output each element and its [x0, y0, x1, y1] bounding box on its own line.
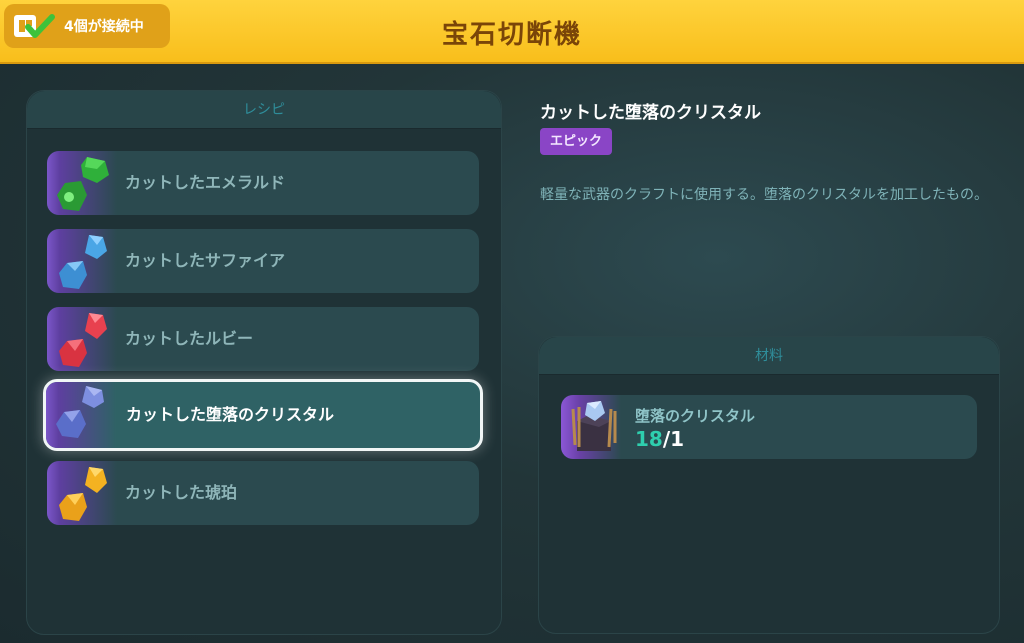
- material-need: /1: [662, 427, 685, 451]
- recipe-label: カットした琥珀: [125, 483, 238, 502]
- rarity-badge: エピック: [540, 128, 613, 155]
- recipe-label: カットしたエメラルド: [125, 173, 286, 192]
- fallen-crystal-ore-icon: [571, 401, 617, 451]
- material-count: 18/1: [635, 427, 684, 451]
- connection-badge[interactable]: 4個が接続中: [4, 4, 170, 48]
- emerald-gem-icon: [57, 157, 109, 211]
- materials-panel-header: 材料: [539, 337, 999, 375]
- network-check-icon: [14, 14, 55, 38]
- recipe-panel: レシピ カットしたエメラルド カットしたサファイア カットしたルビー カットした…: [26, 90, 502, 635]
- item-name: カットした堕落のクリスタル: [540, 103, 761, 123]
- material-have: 18: [635, 427, 663, 451]
- title-bar: 宝石切断機 4個が接続中: [0, 0, 1024, 64]
- recipe-item-sapphire[interactable]: カットしたサファイア: [47, 229, 479, 293]
- sapphire-gem-icon: [59, 235, 107, 289]
- recipe-panel-header: レシピ: [27, 91, 501, 129]
- recipe-item-emerald[interactable]: カットしたエメラルド: [47, 151, 479, 215]
- recipe-label: カットした堕落のクリスタル: [126, 405, 335, 424]
- recipe-item-amber[interactable]: カットした琥珀: [47, 461, 479, 525]
- item-description: 軽量な武器のクラフトに使用する。堕落のクリスタルを加工したもの。: [540, 187, 988, 203]
- material-name: 堕落のクリスタル: [635, 407, 756, 425]
- recipe-item-ruby[interactable]: カットしたルビー: [47, 307, 479, 371]
- fallen-crystal-gem-icon: [56, 386, 104, 438]
- amber-gem-icon: [59, 467, 107, 521]
- recipe-item-fallen-crystal[interactable]: カットした堕落のクリスタル: [43, 379, 483, 451]
- recipe-label: カットしたルビー: [125, 329, 254, 348]
- recipe-label: カットしたサファイア: [125, 251, 286, 270]
- ruby-gem-icon: [59, 313, 107, 367]
- materials-panel: 材料 堕落のクリスタル 18/1: [538, 336, 1000, 634]
- connection-status: 4個が接続中: [64, 19, 144, 35]
- material-item[interactable]: 堕落のクリスタル 18/1: [561, 395, 977, 459]
